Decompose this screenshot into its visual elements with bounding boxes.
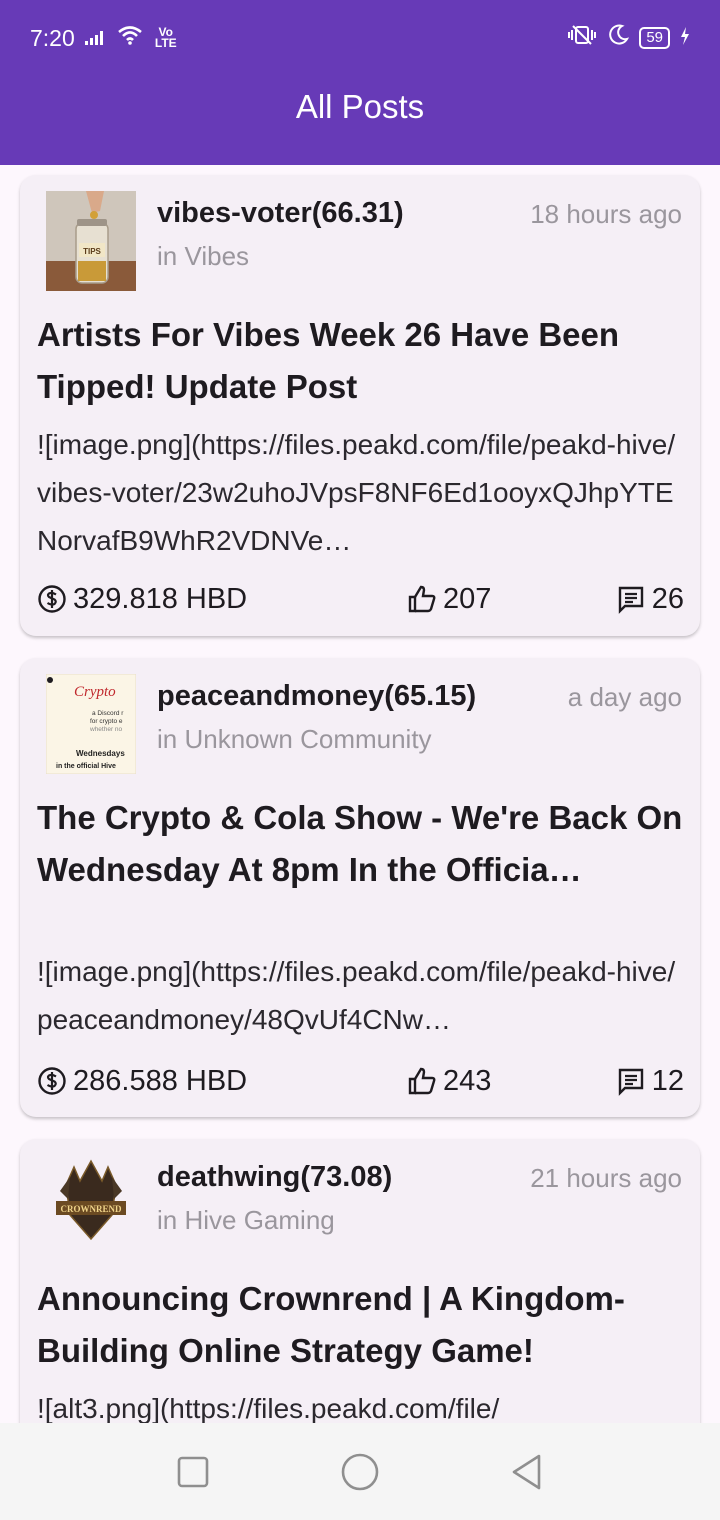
- thumb-up-icon[interactable]: [407, 1066, 437, 1096]
- post-card[interactable]: TIPS vibes-voter(66.31) 18 hours ago in …: [20, 175, 700, 636]
- post-time: 21 hours ago: [530, 1163, 682, 1193]
- status-bar: 7:20 Vo LTE 59: [0, 0, 720, 76]
- thumbnail-line: a Discord r: [92, 710, 124, 717]
- home-button[interactable]: [330, 1442, 390, 1502]
- payout-value: 329.818 HBD: [73, 582, 248, 615]
- post-body: ![image.png](https://files.peakd.com/fil…: [37, 956, 676, 1035]
- wifi-icon: [117, 25, 143, 51]
- comment-icon[interactable]: [616, 584, 646, 614]
- payout-value: 286.588 HBD: [73, 1064, 248, 1097]
- votes-stat[interactable]: 207: [407, 583, 607, 616]
- post-feed[interactable]: TIPS vibes-voter(66.31) 18 hours ago in …: [0, 165, 720, 1423]
- post-body: ![alt3.png](https://files.peakd.com/file…: [37, 1393, 500, 1423]
- post-thumbnail: TIPS: [46, 191, 136, 291]
- post-body: ![image.png](https://files.peakd.com/fil…: [37, 429, 676, 556]
- comments-stat[interactable]: 26: [616, 583, 684, 616]
- charging-icon: [680, 25, 690, 51]
- post-stats: 329.818 HBD 207 26: [37, 579, 684, 619]
- post-author[interactable]: vibes-voter(66.31): [157, 197, 404, 230]
- post-title[interactable]: Announcing Crownrend | A Kingdom-Buildin…: [37, 1273, 687, 1377]
- post-thumbnail: CROWNREND: [46, 1155, 136, 1255]
- post-card[interactable]: Crypto a Discord r for crypto e whether …: [20, 658, 700, 1117]
- comments-count: 12: [651, 1064, 684, 1097]
- thumbnail-label: TIPS: [83, 247, 101, 256]
- thumbnail-line: for crypto e: [90, 718, 123, 725]
- battery-indicator: 59: [639, 27, 670, 49]
- post-author[interactable]: peaceandmoney(65.15): [157, 680, 476, 713]
- thumbnail-line: Wednesdays: [76, 749, 125, 758]
- votes-count: 243: [443, 1064, 492, 1097]
- square-icon: [178, 1456, 209, 1487]
- app-bar: 7:20 Vo LTE 59 All Posts: [0, 0, 720, 165]
- back-button[interactable]: [497, 1442, 557, 1502]
- post-time: 18 hours ago: [530, 199, 682, 229]
- post-community[interactable]: in Hive Gaming: [157, 1205, 335, 1236]
- post-title[interactable]: The Crypto & Cola Show - We're Back On W…: [37, 792, 687, 896]
- status-time: 7:20: [30, 24, 75, 51]
- comments-stat[interactable]: 12: [616, 1065, 684, 1098]
- post-time: a day ago: [567, 682, 682, 712]
- payout-stat: 329.818 HBD: [37, 583, 407, 616]
- post-community[interactable]: in Unknown Community: [157, 724, 432, 755]
- dollar-circle-icon: [37, 1066, 67, 1096]
- thumbnail-line: whether no: [89, 726, 123, 733]
- battery-level: 59: [646, 29, 663, 46]
- vibrate-mute-icon: [567, 24, 597, 52]
- post-card[interactable]: CROWNREND deathwing(73.08) 21 hours ago …: [20, 1139, 700, 1423]
- system-navigation-bar: [0, 1423, 720, 1520]
- votes-count: 207: [443, 582, 492, 615]
- thumb-up-icon[interactable]: [407, 584, 437, 614]
- circle-icon: [341, 1453, 379, 1490]
- votes-stat[interactable]: 243: [407, 1065, 607, 1098]
- recent-apps-button[interactable]: [163, 1442, 223, 1502]
- post-stats: 286.588 HBD 243 12: [37, 1061, 684, 1101]
- post-community[interactable]: in Vibes: [157, 241, 249, 272]
- signal-icon: [84, 25, 107, 51]
- triangle-back-icon: [512, 1454, 540, 1489]
- post-title[interactable]: Artists For Vibes Week 26 Have Been Tipp…: [37, 309, 687, 413]
- dollar-circle-icon: [37, 584, 67, 614]
- post-thumbnail: Crypto a Discord r for crypto e whether …: [46, 674, 136, 774]
- thumbnail-heading: Crypto: [74, 684, 116, 700]
- thumbnail-line: in the official Hive: [56, 763, 116, 770]
- page-title: All Posts: [295, 88, 425, 125]
- volte-label: Vo LTE: [154, 25, 177, 50]
- payout-stat: 286.588 HBD: [37, 1065, 407, 1098]
- comment-icon[interactable]: [616, 1066, 646, 1096]
- comments-count: 26: [651, 582, 684, 615]
- moon-icon: [607, 24, 630, 52]
- post-author[interactable]: deathwing(73.08): [157, 1161, 392, 1194]
- thumbnail-label: CROWNREND: [60, 1204, 122, 1214]
